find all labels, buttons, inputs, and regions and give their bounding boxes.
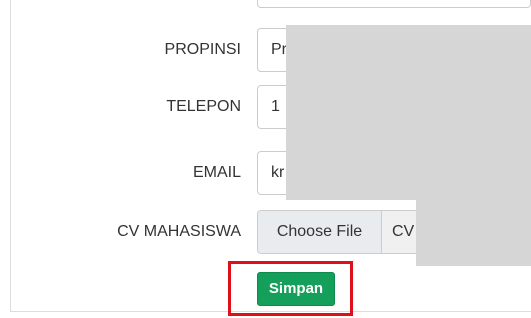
- propinsi-label: PROPINSI: [164, 41, 241, 58]
- simpan-button[interactable]: Simpan: [257, 272, 335, 306]
- redaction-block: [286, 25, 531, 200]
- choose-file-button[interactable]: Choose File: [258, 211, 382, 253]
- previous-field-input[interactable]: [257, 0, 531, 8]
- cv-mahasiswa-label: CV MAHASISWA: [117, 223, 241, 240]
- file-name-text: CV: [392, 223, 415, 240]
- telepon-label: TELEPON: [166, 98, 241, 115]
- email-label: EMAIL: [192, 164, 241, 181]
- redaction-block: [416, 200, 531, 266]
